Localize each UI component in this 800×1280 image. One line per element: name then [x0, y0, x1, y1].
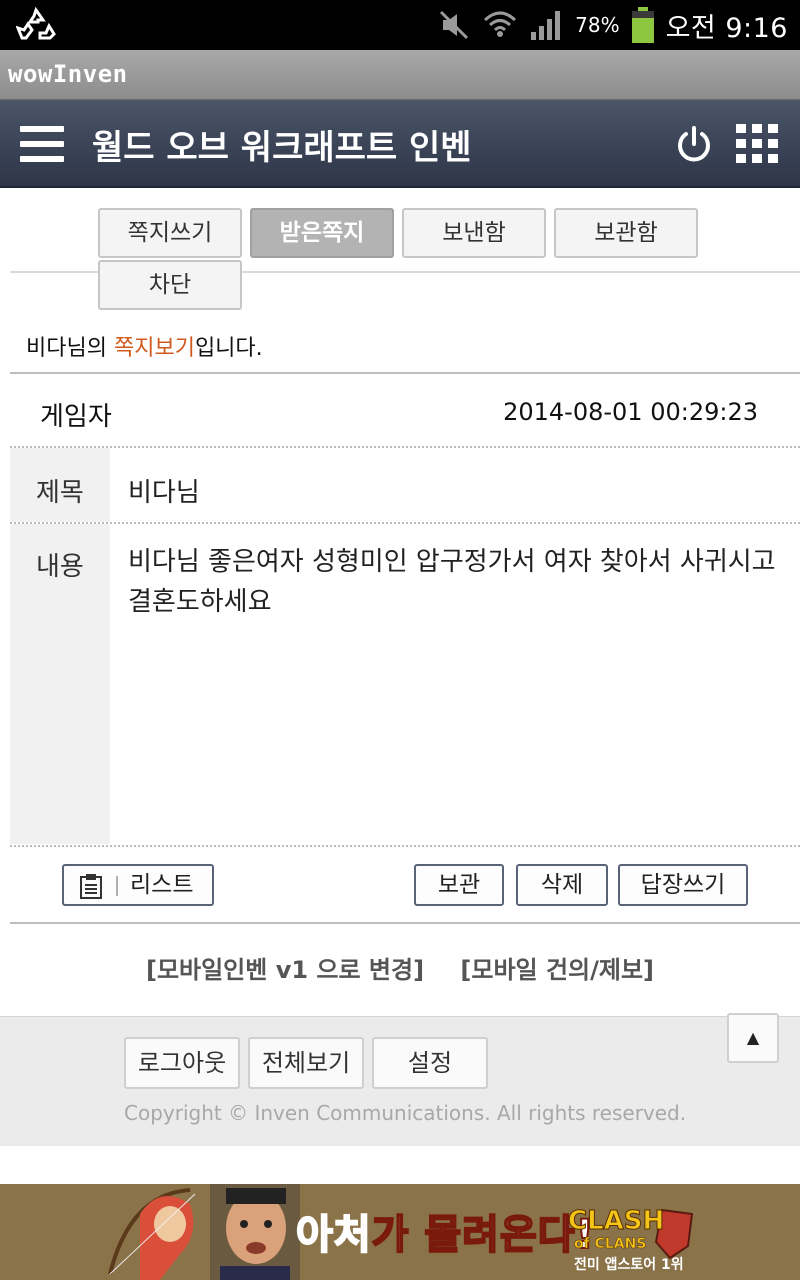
status-bar: 78% 오전 9:16 [0, 0, 800, 50]
app-header: 월드 오브 워크래프트 인벤 [0, 100, 800, 188]
delete-button[interactable]: 삭제 [516, 864, 608, 906]
ad-slogan: 아처가 몰려온다! [295, 1202, 595, 1260]
footer: 로그아웃 전체보기 설정 ▲ Copyright © Inven Communi… [0, 1013, 800, 1146]
archive-button[interactable]: 보관 [414, 864, 504, 906]
ad-subtitle: 전미 앱스토어 1위 [574, 1257, 684, 1273]
app-title: 월드 오브 워크래프트 인벤 [92, 128, 472, 168]
mute-icon [440, 10, 469, 40]
tab-block[interactable]: 차단 [98, 260, 242, 310]
message-sender: 게임자 [40, 402, 112, 432]
button-separator [116, 876, 118, 896]
recycle-icon [16, 6, 56, 40]
list-button-label: 리스트 [130, 872, 194, 898]
signal-icon [531, 11, 561, 40]
message-date: 2014-08-01 00:29:23 [503, 398, 758, 426]
divider [10, 372, 800, 374]
divider [10, 922, 800, 924]
ad-slogan-part3: 가 몰려온다! [371, 1211, 595, 1259]
notice-suffix1: 님의 [66, 336, 114, 361]
reply-button[interactable]: 답장쓰기 [618, 864, 748, 906]
tab-inbox[interactable]: 받은쪽지 [250, 208, 394, 258]
message-content: 비다님 좋은여자 성형미인 압구정가서 여자 찾아서 사귀시고 결혼도하세요 [128, 547, 776, 617]
copyright-text: Copyright © Inven Communications. All ri… [124, 1101, 687, 1125]
content-label: 내용 [36, 552, 84, 582]
subject-label: 제목 [36, 478, 84, 508]
celebrity-face-image [210, 1184, 300, 1280]
tab-sent[interactable]: 보낸함 [402, 208, 546, 258]
logout-button[interactable]: 로그아웃 [124, 1037, 240, 1089]
notice-highlight: 쪽지보기 [113, 336, 195, 361]
switch-v1-link[interactable]: [모바일인벤 v1 으로 변경] [146, 956, 424, 984]
settings-button[interactable]: 설정 [372, 1037, 488, 1089]
power-icon[interactable] [674, 124, 714, 164]
tab-archive[interactable]: 보관함 [554, 208, 698, 258]
browser-title-bar: wowInven [0, 50, 800, 100]
message-subject: 비다님 [128, 478, 200, 508]
grid-menu-icon[interactable] [736, 124, 778, 163]
footer-links: [모바일인벤 v1 으로 변경] [모바일 건의/제보] [0, 950, 800, 985]
tab-write-message[interactable]: 쪽지쓰기 [98, 208, 242, 258]
archer-character-image [108, 1188, 196, 1280]
ad-slogan-part1: 아 [295, 1211, 334, 1259]
notice-name: 비다 [26, 336, 67, 361]
list-button[interactable]: 리스트 [62, 864, 214, 906]
browser-title: wowInven [8, 60, 128, 88]
scroll-top-button[interactable]: ▲ [727, 1013, 779, 1063]
ad-brand-line1: CLASH [567, 1206, 665, 1237]
full-view-button[interactable]: 전체보기 [248, 1037, 364, 1089]
wifi-icon [484, 11, 517, 37]
ad-banner[interactable]: 아처가 몰려온다! CLASH of CLANS 전미 앱스토어 1위 [0, 1184, 800, 1280]
clipboard-icon [80, 874, 102, 899]
divider [10, 522, 800, 524]
ad-brand-line2: of CLANS [574, 1236, 647, 1253]
menu-icon[interactable] [20, 126, 64, 162]
battery-percent: 78% [575, 13, 620, 37]
page-notice: 비다님의 쪽지보기입니다. [26, 330, 263, 362]
battery-icon [631, 7, 654, 43]
divider [10, 845, 800, 847]
notice-suffix2: 입니다. [194, 336, 263, 361]
divider [10, 446, 800, 448]
ad-slogan-part2: 처 [333, 1211, 372, 1259]
suggest-link[interactable]: [모바일 건의/제보] [460, 956, 654, 984]
clock-time: 오전 9:16 [665, 12, 788, 44]
